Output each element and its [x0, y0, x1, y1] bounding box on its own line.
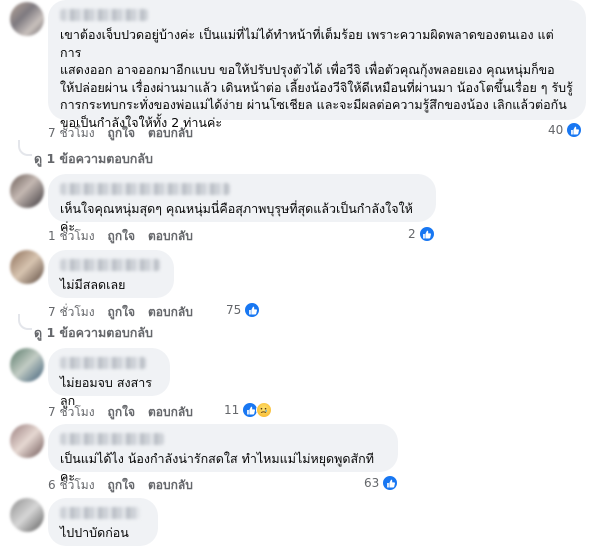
avatar[interactable] — [10, 348, 44, 382]
comment-bubble: ไม่มีสลดเลย — [48, 250, 174, 298]
timestamp[interactable]: 6 ชั่วโมง — [48, 476, 95, 495]
avatar[interactable] — [10, 498, 44, 532]
like-reaction-icon — [566, 122, 583, 138]
reaction-number: 2 — [408, 227, 416, 241]
like-button[interactable]: ถูกใจ — [108, 227, 135, 246]
avatar[interactable] — [10, 2, 44, 36]
timestamp[interactable]: 7 ชั่วโมง — [48, 303, 95, 322]
avatar[interactable] — [10, 250, 44, 284]
reaction-number: 40 — [548, 123, 564, 137]
comment-actions: 7 ชั่วโมง ถูกใจ ตอบกลับ — [48, 403, 193, 422]
like-reaction-icon — [382, 475, 399, 491]
comment-actions: 7 ชั่วโมง ถูกใจ ตอบกลับ — [48, 124, 193, 143]
reaction-number: 63 — [364, 476, 380, 490]
reply-button[interactable]: ตอบกลับ — [148, 476, 193, 495]
avatar[interactable] — [10, 174, 44, 208]
view-replies-link[interactable]: ดู 1 ข้อความตอบกลับ — [34, 323, 153, 343]
comment-bubble: ไม่ยอมจบ สงสารลูก — [48, 348, 170, 408]
reaction-count[interactable]: 11 — [224, 402, 273, 418]
avatar[interactable] — [10, 424, 44, 458]
view-replies-label: ดู 1 ข้อความตอบกลับ — [34, 151, 153, 166]
comment-text: ไม่มีสลดเลย — [60, 277, 126, 292]
author-name-blurred[interactable] — [60, 433, 164, 445]
reaction-count[interactable]: 40 — [548, 122, 583, 138]
author-name-blurred[interactable] — [60, 183, 230, 195]
timestamp[interactable]: 7 ชั่วโมง — [48, 403, 95, 422]
comment-actions: 1 ชั่วโมง ถูกใจ ตอบกลับ — [48, 227, 193, 246]
author-name-blurred[interactable] — [60, 259, 160, 271]
reply-button[interactable]: ตอบกลับ — [148, 227, 193, 246]
comment-bubble: เขาต้องเจ็บปวดอยู่บ้างค่ะ เป็นแม่ที่ไม่ไ… — [48, 0, 586, 130]
like-button[interactable]: ถูกใจ — [108, 403, 135, 422]
reply-button[interactable]: ตอบกลับ — [148, 403, 193, 422]
reaction-number: 11 — [224, 403, 240, 417]
like-reaction-icon — [418, 226, 435, 242]
sad-reaction-icon — [256, 402, 273, 418]
reaction-count[interactable]: 2 — [408, 226, 435, 242]
reply-button[interactable]: ตอบกลับ — [148, 303, 193, 322]
comment-actions: 6 ชั่วโมง ถูกใจ ตอบกลับ — [48, 476, 193, 495]
author-name-blurred[interactable] — [60, 9, 148, 21]
comment-bubble: เป็นแม่ได้ไง น้องกำลังน่ารักสดใส ทำไหมแม… — [48, 424, 398, 484]
view-replies-label: ดู 1 ข้อความตอบกลับ — [34, 325, 153, 340]
reaction-count[interactable]: 63 — [364, 475, 399, 491]
reply-button[interactable]: ตอบกลับ — [148, 124, 193, 143]
reaction-count[interactable]: 75 — [226, 302, 261, 318]
like-button[interactable]: ถูกใจ — [108, 476, 135, 495]
comment-actions: 7 ชั่วโมง ถูกใจ ตอบกลับ — [48, 303, 193, 322]
author-name-blurred[interactable] — [60, 357, 146, 369]
comment-bubble: เห็นใจคุณหนุ่มสุดๆ คุณหนุ่มนี่คือสุภาพบุ… — [48, 174, 436, 234]
thread-connector — [18, 140, 32, 156]
comment-bubble: ไปปาบัดก่อน — [48, 498, 158, 546]
author-name-blurred[interactable] — [60, 507, 140, 519]
like-reaction-icon — [244, 302, 261, 318]
like-button[interactable]: ถูกใจ — [108, 124, 135, 143]
comment-text: ไปปาบัดก่อน — [60, 525, 129, 540]
reaction-number: 75 — [226, 303, 242, 317]
like-button[interactable]: ถูกใจ — [108, 303, 135, 322]
thread-connector — [18, 314, 32, 330]
view-replies-link[interactable]: ดู 1 ข้อความตอบกลับ — [34, 149, 153, 169]
comment-text: เขาต้องเจ็บปวดอยู่บ้างค่ะ เป็นแม่ที่ไม่ไ… — [60, 27, 573, 130]
timestamp[interactable]: 7 ชั่วโมง — [48, 124, 95, 143]
timestamp[interactable]: 1 ชั่วโมง — [48, 227, 95, 246]
